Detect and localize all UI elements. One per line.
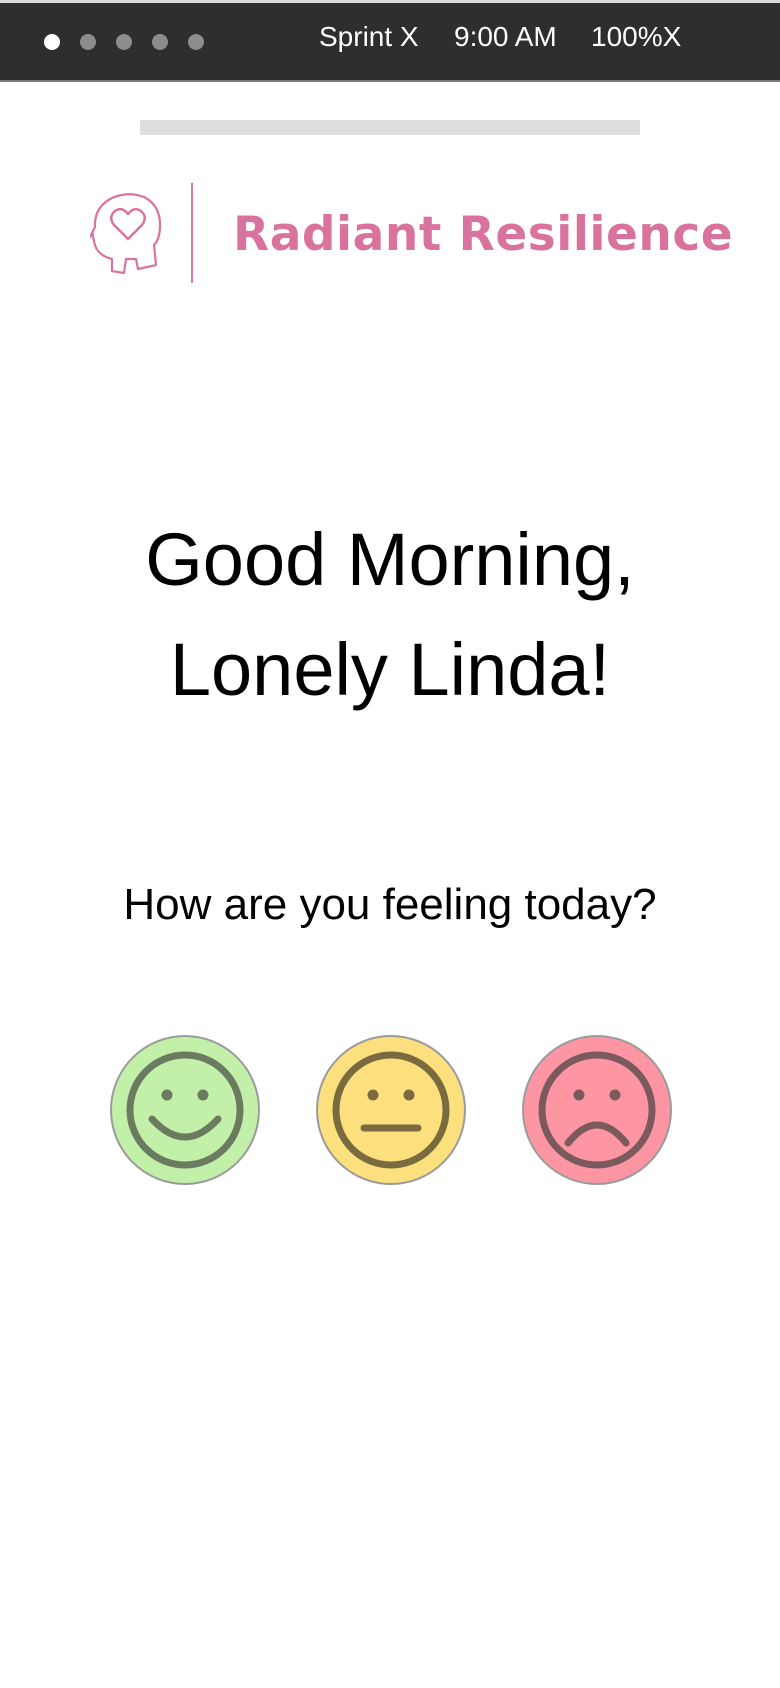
happy-mood-button[interactable]	[110, 1035, 260, 1185]
carrier-label: Sprint X	[319, 21, 419, 52]
sheet-grab-handle[interactable]	[140, 120, 640, 135]
happy-face-icon	[126, 1051, 244, 1169]
greeting-heading: Good Morning, Lonely Linda!	[0, 505, 780, 725]
app-logo: Radiant Resilience	[90, 183, 733, 285]
battery-label: 100%X	[591, 21, 682, 52]
neutral-mood-button[interactable]	[316, 1035, 466, 1185]
signal-dot	[116, 34, 132, 50]
logo-divider	[191, 183, 193, 283]
signal-dot	[188, 34, 204, 50]
sad-face-icon	[538, 1051, 656, 1169]
head-heart-icon	[90, 193, 162, 275]
signal-dot	[152, 34, 168, 50]
signal-strength-indicator	[44, 34, 204, 50]
brand-name: Radiant Resilience	[233, 207, 734, 262]
signal-dot	[80, 34, 96, 50]
neutral-face-icon	[332, 1051, 450, 1169]
mood-selector	[0, 1035, 780, 1187]
clock-label: 9:00 AM	[454, 21, 557, 52]
greeting-line-2: Lonely Linda!	[169, 628, 611, 711]
mood-prompt: How are you feeling today?	[123, 880, 657, 929]
signal-dot	[44, 34, 60, 50]
sad-mood-button[interactable]	[522, 1035, 672, 1185]
status-bar: Sprint X 9:00 AM 100%X	[0, 0, 780, 82]
greeting-line-1: Good Morning,	[145, 518, 635, 601]
